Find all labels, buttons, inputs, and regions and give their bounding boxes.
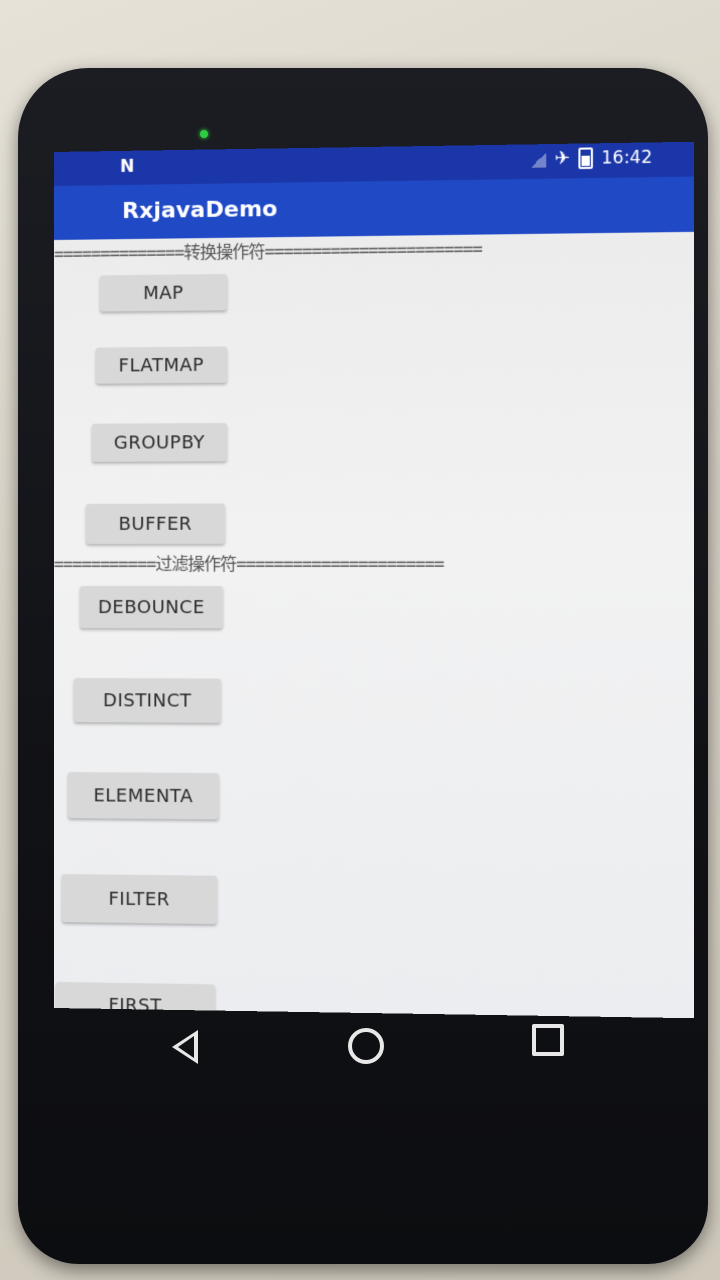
app-bar: RxjavaDemo	[54, 176, 695, 240]
home-icon[interactable]	[348, 1028, 384, 1064]
filter-operators-header: ==============过滤操作符=====================…	[54, 554, 444, 576]
distinct-button[interactable]: DISTINCT	[73, 678, 221, 723]
recent-apps-icon[interactable]	[532, 1024, 564, 1056]
flatmap-button[interactable]: FLATMAP	[96, 346, 227, 384]
airplane-mode-icon: ✈	[554, 147, 571, 170]
status-time: 16:42	[601, 147, 653, 169]
filter-button[interactable]: FILTER	[61, 874, 217, 925]
status-icons: ✈ 16:42	[531, 147, 653, 170]
operator-list[interactable]: ==============转换操作符=====================…	[54, 231, 695, 1019]
buffer-button[interactable]: BUFFER	[85, 503, 225, 544]
phone-screen: N ✈ 16:42 RxjavaDemo ==============转换操作符…	[54, 141, 695, 1019]
navigation-bar	[54, 1008, 680, 1088]
debounce-button[interactable]: DEBOUNCE	[79, 586, 223, 629]
back-icon[interactable]	[172, 1030, 198, 1064]
elementa-button[interactable]: ELEMENTA	[67, 772, 219, 820]
transform-operators-header: ==============转换操作符=====================…	[54, 239, 482, 265]
battery-icon	[578, 147, 593, 170]
notification-led	[200, 130, 208, 138]
n-notification-icon: N	[120, 156, 135, 178]
groupby-button[interactable]: GROUPBY	[92, 422, 227, 462]
signal-icon	[531, 150, 547, 168]
app-title: RxjavaDemo	[122, 196, 278, 225]
map-button[interactable]: MAP	[100, 274, 227, 312]
